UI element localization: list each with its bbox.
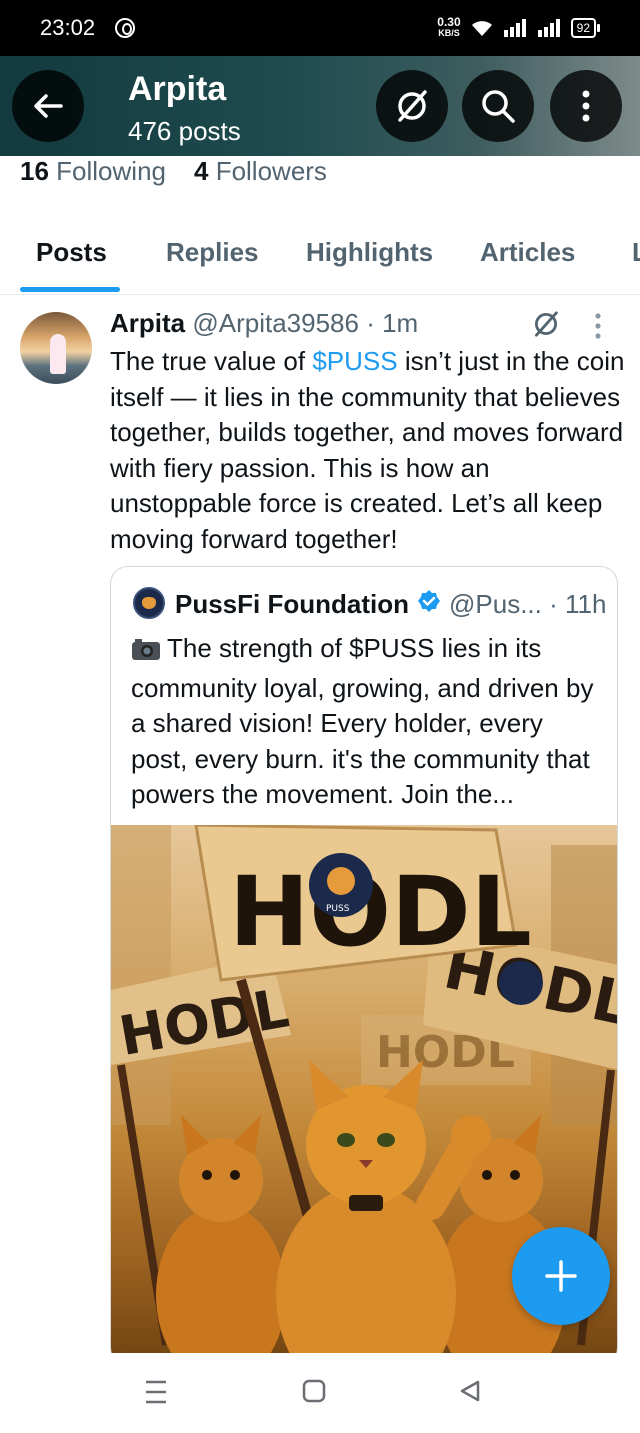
battery-level: 92 (570, 18, 596, 38)
more-options-button[interactable] (550, 70, 622, 142)
following-link[interactable]: 16 Following (20, 156, 166, 187)
status-bar: 23:02 0.30 KB/S 92 (0, 0, 640, 56)
tab-replies[interactable]: Replies (166, 237, 259, 268)
followers-link[interactable]: 4 Followers (194, 156, 327, 187)
follow-stats: 16 Following 4 Followers (20, 156, 327, 187)
tab-highlights[interactable]: Highlights (306, 237, 433, 268)
search-button[interactable] (462, 70, 534, 142)
slash-circle-icon (535, 311, 558, 337)
more-vertical-icon (582, 90, 590, 122)
signal-icon (503, 18, 529, 38)
quoted-post-timestamp: · 11h (549, 589, 607, 619)
quoted-author-handle: @Pus... (449, 589, 542, 619)
following-label: Following (56, 156, 166, 186)
camera-icon (131, 635, 161, 671)
quoted-post-text: The strength of $PUSS lies in its commun… (131, 631, 603, 813)
svg-text:HODL: HODL (229, 856, 532, 968)
quoted-author-name: PussFi Foundation (175, 589, 409, 619)
header-title: Arpita (128, 70, 227, 108)
grok-button[interactable] (376, 70, 448, 142)
compose-post-button[interactable] (512, 1227, 610, 1325)
recent-apps-button[interactable] (144, 1379, 168, 1410)
menu-lines-icon (146, 1380, 166, 1404)
system-nav-bar (0, 1353, 640, 1433)
svg-text:PUSS: PUSS (326, 904, 350, 914)
back-arrow-icon (34, 94, 63, 118)
wifi-icon (469, 18, 495, 38)
battery-icon: 92 (570, 18, 600, 38)
verified-badge-icon (417, 589, 441, 620)
network-speed-unit: KB/S (438, 28, 460, 38)
post-grok-button[interactable] (530, 308, 562, 345)
followers-count: 4 (193, 156, 209, 186)
status-time: 23:02 (40, 15, 96, 40)
post-timestamp: · 1m (366, 308, 419, 338)
signal-icon-2 (537, 18, 563, 38)
header-post-count: 476 posts (128, 116, 241, 146)
home-button[interactable] (302, 1379, 326, 1408)
network-speed-value: 0.30 (437, 15, 461, 29)
profile-tabs: Posts Replies Highlights Articles L (0, 225, 640, 295)
tab-posts[interactable]: Posts (36, 237, 107, 268)
post-author-name[interactable]: Arpita (110, 308, 185, 338)
search-icon (482, 90, 515, 123)
post-author-handle[interactable]: @Arpita39586 (192, 308, 359, 338)
back-button[interactable] (12, 70, 84, 142)
quoted-author-avatar[interactable] (133, 587, 165, 619)
quoted-post-body: The strength of $PUSS lies in its commun… (131, 633, 594, 809)
app-notification-icon (115, 18, 136, 38)
post-text-start: The true value of (110, 346, 313, 376)
quoted-post-header: PussFi Foundation @Pus... · 11h (175, 589, 606, 620)
post-text-rest: isn’t just in the coin itself — it lies … (110, 346, 625, 554)
post-author-avatar[interactable] (20, 312, 92, 384)
profile-header: Arpita 476 posts (0, 56, 640, 156)
cashtag-link[interactable]: $PUSS (312, 346, 397, 376)
followers-label: Followers (215, 156, 327, 186)
back-system-button[interactable] (458, 1379, 482, 1408)
status-indicators: 0.30 KB/S 92 (437, 15, 600, 39)
back-triangle-icon (460, 1380, 480, 1402)
home-square-icon (302, 1379, 326, 1403)
slash-circle-icon (398, 90, 427, 122)
plus-icon (545, 1260, 577, 1292)
tab-articles[interactable]: Articles (480, 237, 575, 268)
left-cat (156, 1115, 286, 1365)
post-header: Arpita @Arpita39586 · 1m (110, 308, 418, 339)
post-text: The true value of $PUSS isn’t just in th… (110, 344, 630, 557)
following-count: 16 (20, 156, 49, 186)
more-vertical-icon (595, 313, 601, 339)
post-more-button[interactable] (594, 312, 602, 345)
network-speed: 0.30 KB/S (437, 15, 461, 39)
tab-likes-partial[interactable]: L (632, 237, 640, 268)
active-tab-indicator (20, 287, 120, 292)
